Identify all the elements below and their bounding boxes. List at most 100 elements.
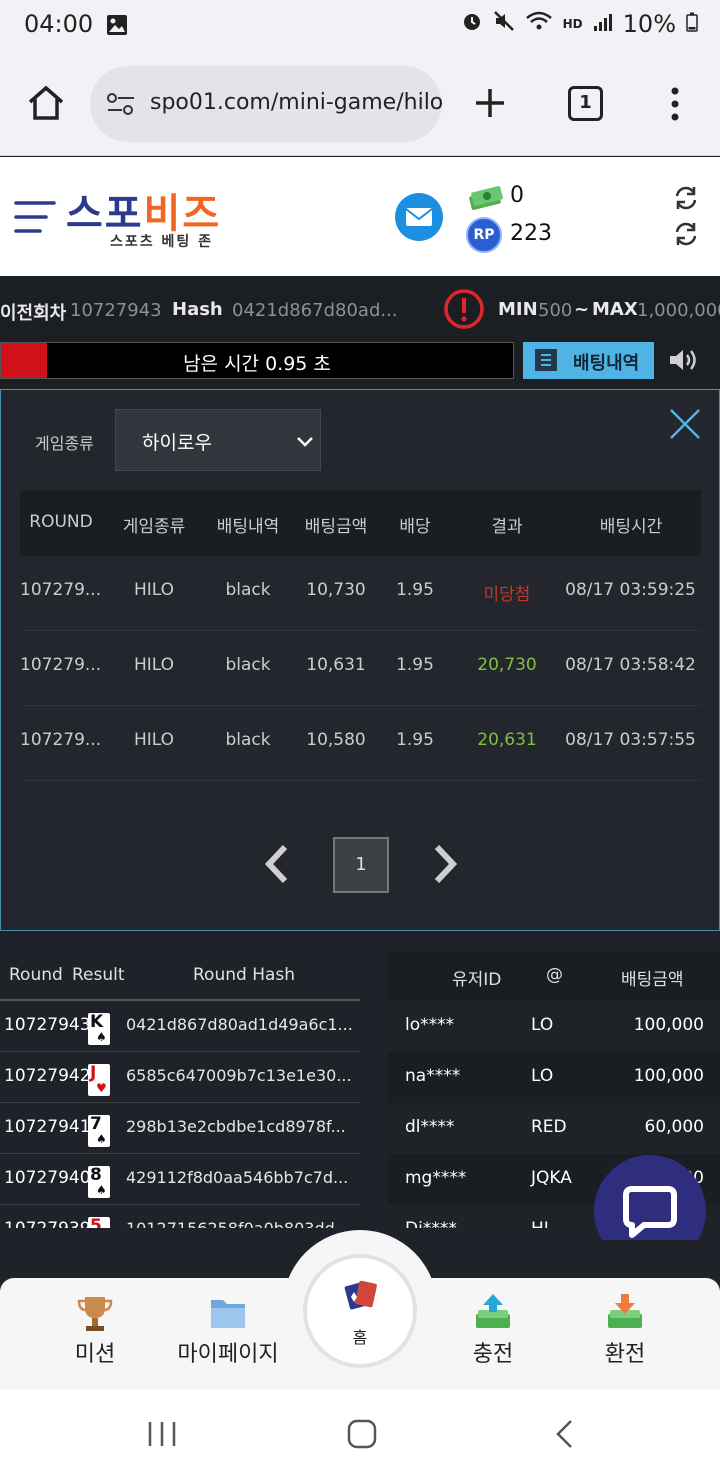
range-tilde: ~ — [574, 299, 590, 320]
round-hash: 6585c647009b7c13e1e30... — [126, 1066, 352, 1085]
min-value: 500 — [538, 300, 573, 321]
nav-withdraw[interactable]: 환전 — [592, 1294, 658, 1368]
nav-mypage-label: 마이페이지 — [177, 1342, 279, 1367]
cell-amount: 10,631 — [306, 655, 366, 675]
prev-round-label: 이전회차 — [0, 303, 67, 324]
cell-time: 08/17 03:59:25 — [565, 580, 696, 600]
round-hash: 429112f8d0aa546bb7c7d... — [126, 1168, 349, 1187]
user-amount: 100,000 — [633, 1066, 704, 1086]
signal-icon — [593, 10, 613, 38]
card-rank: K — [90, 1012, 104, 1032]
history-table-header: ROUND 게임종류 배팅내역 배팅금액 배당 결과 배팅시간 — [20, 490, 701, 556]
system-home-icon[interactable] — [346, 1418, 378, 1454]
nav-withdraw-label: 환전 — [604, 1342, 646, 1367]
recent-apps-icon[interactable] — [146, 1418, 178, 1454]
alarm-icon — [461, 10, 483, 38]
nav-home-label: 홈 — [352, 1328, 368, 1347]
col-game-type: 게임종류 — [122, 517, 186, 537]
wifi-icon — [525, 10, 553, 38]
playing-card-icon: J ♥ — [88, 1063, 110, 1096]
hamburger-menu-icon[interactable] — [14, 199, 58, 239]
cell-amount: 10,580 — [306, 730, 366, 750]
status-bar: 04:00 HD 10% — [0, 0, 720, 52]
round-hash: 10127156258f0a0b803dd... — [126, 1219, 350, 1228]
nav-home[interactable]: 홈 — [283, 1230, 437, 1380]
prev-round-value: 10727943 — [70, 300, 162, 321]
bet-history-button[interactable]: 배팅내역 — [523, 342, 654, 379]
user-pick: LO — [531, 1066, 554, 1086]
history-row: 107279... HILO black 10,580 1.95 20,631 … — [20, 706, 701, 781]
cell-amount: 10,730 — [306, 580, 366, 600]
card-suit: ♠ — [96, 1183, 107, 1197]
user-id: dl**** — [405, 1117, 455, 1137]
col-hash-header: Round Hash — [193, 965, 296, 985]
next-page-icon[interactable] — [431, 844, 459, 888]
cell-bet: black — [225, 655, 271, 675]
site-settings-icon[interactable] — [106, 90, 136, 122]
user-bet-row: lo**** LO 100,000 — [388, 1001, 720, 1052]
nav-mission[interactable]: 미션 — [60, 1297, 130, 1368]
url-bar[interactable]: spo01.com/mini-game/hilo — [90, 66, 442, 142]
card-rank: J — [90, 1063, 97, 1083]
round-number: 10727942 — [4, 1066, 91, 1086]
nav-deposit[interactable]: 충전 — [460, 1294, 526, 1368]
home-button-circle: 홈 — [303, 1254, 417, 1368]
battery-text: 10% — [622, 10, 676, 38]
system-back-icon[interactable] — [552, 1418, 576, 1454]
user-amount: 100,000 — [633, 1015, 704, 1035]
hd-voice-icon: HD — [562, 17, 583, 31]
user-pick: JQKA — [531, 1168, 572, 1188]
countdown-bar: 남은 시간 0.95 초 — [0, 342, 514, 379]
round-number: 10727943 — [4, 1015, 91, 1035]
min-label: MIN — [498, 299, 538, 320]
logo-subtitle: 스포츠 베팅 존 — [110, 234, 214, 250]
chat-bubble-icon — [622, 1185, 678, 1243]
round-number: 10727940 — [4, 1168, 91, 1188]
battery-icon — [686, 10, 698, 38]
prev-page-icon[interactable] — [263, 844, 291, 888]
nav-mypage[interactable]: 마이페이지 — [176, 1300, 280, 1368]
more-menu-icon[interactable] — [669, 86, 681, 126]
refresh-point-icon[interactable] — [672, 221, 700, 251]
col-pick-header: @ — [546, 965, 563, 985]
chevron-down-icon — [296, 432, 314, 454]
history-row: 107279... HILO black 10,730 1.95 미당첨 08/… — [20, 556, 701, 631]
user-bet-row: na**** LO 100,000 — [388, 1052, 720, 1103]
point-balance: 223 — [510, 221, 552, 246]
round-hash: 0421d867d80ad1d49a6c1... — [126, 1015, 353, 1034]
round-row: 10727941 7 ♠ 298b13e2cbdbe1cd8978f... — [0, 1103, 360, 1154]
cell-result: 20,730 — [477, 655, 537, 675]
countdown-text: 남은 시간 0.95 초 — [183, 353, 331, 375]
url-text[interactable]: spo01.com/mini-game/hilo — [150, 90, 442, 115]
rp-badge-icon: RP — [466, 217, 502, 253]
col-round-header: Round — [9, 965, 63, 985]
game-type-select[interactable]: 하이로우 — [115, 409, 321, 471]
card-suit: ♥ — [96, 1081, 107, 1095]
card-suit: ♠ — [96, 1132, 107, 1146]
sound-icon[interactable] — [668, 346, 700, 378]
system-navigation-bar — [0, 1390, 720, 1480]
close-icon[interactable] — [668, 407, 702, 445]
alert-icon[interactable] — [443, 288, 485, 335]
round-info-bar: 이전회차 10727943 Hash 0421d867d80ad... MIN … — [0, 276, 720, 340]
col-bet-amount: 배팅금액 — [304, 517, 368, 537]
mail-icon[interactable] — [394, 192, 444, 246]
page-number-button[interactable]: 1 — [333, 837, 389, 893]
col-odds: 배당 — [399, 517, 431, 537]
col-bet-time: 배팅시간 — [599, 517, 663, 537]
round-row: 10727939 5♥ 10127156258f0a0b803dd... — [0, 1205, 360, 1228]
cell-time: 08/17 03:58:42 — [565, 655, 696, 675]
cell-result: 20,631 — [477, 730, 537, 750]
new-tab-icon[interactable] — [472, 85, 508, 125]
round-number: 10727939 — [4, 1219, 91, 1228]
cell-odds: 1.95 — [396, 580, 434, 600]
hash-value: 0421d867d80ad... — [232, 300, 398, 321]
cell-bet: black — [225, 730, 271, 750]
withdraw-money-icon — [604, 1292, 646, 1338]
user-id: na**** — [405, 1066, 461, 1086]
refresh-money-icon[interactable] — [672, 185, 700, 215]
home-icon[interactable] — [26, 84, 66, 126]
tab-count-button[interactable]: 1 — [568, 86, 603, 121]
user-bet-row: dl**** RED 60,000 — [388, 1103, 720, 1154]
round-row: 10727943 K ♠ 0421d867d80ad1d49a6c1... — [0, 1001, 360, 1052]
